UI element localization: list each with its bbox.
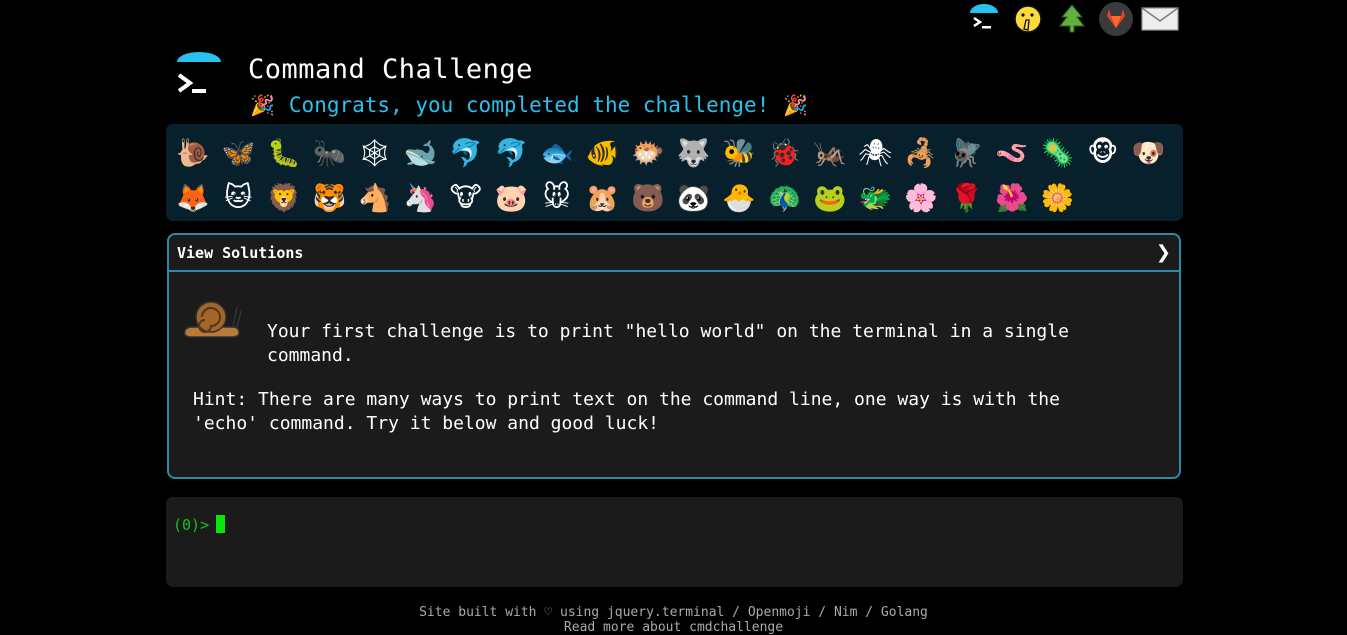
challenge-emoji-31[interactable]: 🐹: [580, 175, 626, 220]
challenge-emoji-6[interactable]: 🐬: [443, 130, 489, 175]
challenge-emoji-27[interactable]: 🦄: [398, 175, 444, 220]
challenge-emoji-1[interactable]: 🦋: [216, 130, 262, 175]
challenge-emoji-14[interactable]: 🦗: [807, 130, 853, 175]
snail-icon: [181, 297, 243, 341]
challenge-emoji-3[interactable]: 🐜: [307, 130, 353, 175]
challenge-emoji-20[interactable]: 🐵: [1080, 130, 1126, 175]
top-icon-bar: [962, 0, 1182, 38]
view-solutions-toggle[interactable]: View Solutions ❯: [169, 235, 1179, 272]
challenge-emoji-16[interactable]: 🦂: [898, 130, 944, 175]
challenge-emoji-19[interactable]: 🦠: [1035, 130, 1081, 175]
footer-link-jquery-terminal[interactable]: jquery.terminal: [607, 605, 724, 620]
challenge-emoji-8[interactable]: 🐟: [534, 130, 580, 175]
gitlab-icon[interactable]: [1094, 0, 1138, 38]
terminal-logo-icon[interactable]: [962, 0, 1006, 38]
footer-separator: /: [724, 605, 748, 620]
footer-read-more-link[interactable]: Read more about cmdchallenge: [564, 620, 783, 635]
challenge-emoji-7[interactable]: 🐬: [489, 130, 535, 175]
challenge-emoji-2[interactable]: 🐛: [261, 130, 307, 175]
challenge-emoji-34[interactable]: 🐣: [716, 175, 762, 220]
challenge-emoji-23[interactable]: 🐱: [216, 175, 262, 220]
challenge-emoji-10[interactable]: 🐡: [625, 130, 671, 175]
challenge-emoji-36[interactable]: 🐸: [807, 175, 853, 220]
terminal[interactable]: (0)>: [166, 497, 1183, 587]
challenge-emoji-18[interactable]: 🪱: [989, 130, 1035, 175]
challenge-emoji-12[interactable]: 🐝: [716, 130, 762, 175]
challenge-emoji-21[interactable]: 🐶: [1126, 130, 1172, 175]
terminal-cursor[interactable]: [216, 515, 225, 533]
challenge-emoji-17[interactable]: 🪰: [944, 130, 990, 175]
challenge-emoji-11[interactable]: 🐺: [671, 130, 717, 175]
shushing-face-icon[interactable]: [1006, 0, 1050, 38]
challenge-emoji-15[interactable]: 🕷: [853, 130, 899, 175]
challenge-emoji-38[interactable]: 🌸: [898, 175, 944, 220]
challenge-emoji-22[interactable]: 🦊: [170, 175, 216, 220]
challenge-emoji-41[interactable]: 🌼: [1035, 175, 1081, 220]
footer-line-1: Site built with ♡ using jquery.terminal …: [0, 605, 1347, 620]
challenge-emoji-4[interactable]: 🕸: [352, 130, 398, 175]
challenge-emoji-35[interactable]: 🦚: [762, 175, 808, 220]
envelope-icon[interactable]: [1138, 0, 1182, 38]
site-logo[interactable]: [175, 52, 223, 102]
challenge-emoji-26[interactable]: 🐴: [352, 175, 398, 220]
challenge-progress-strip: 🐌 🦋 🐛 🐜 🕸 🐋 🐬 🐬 🐟 🐠 🐡 🐺 🐝 🐞 🦗 🕷 🦂 🪰 🪱 🦠 🐵 🐶 🦊 🐱 🦁 🐯 🐴 🦄 🐮 🐷 🐭 🐹 🐻 🐼 🐣 🦚 🐸 🐲 🌸 🌹…: [166, 124, 1183, 221]
chevron-right-icon: ❯: [1155, 242, 1171, 263]
challenge-emoji-29[interactable]: 🐷: [489, 175, 535, 220]
challenge-emoji-25[interactable]: 🐯: [307, 175, 353, 220]
challenge-emoji-40[interactable]: 🌺: [989, 175, 1035, 220]
footer-separator: /: [810, 605, 834, 620]
challenge-emoji-30[interactable]: 🐭: [534, 175, 580, 220]
footer-link-openmoji[interactable]: Openmoji: [748, 605, 811, 620]
challenge-panel: View Solutions ❯ Your first challenge is…: [167, 233, 1181, 479]
page-title: Command Challenge: [248, 54, 533, 85]
challenge-emoji-24[interactable]: 🦁: [261, 175, 307, 220]
view-solutions-label: View Solutions: [177, 243, 304, 262]
challenge-emoji-33[interactable]: 🐼: [671, 175, 717, 220]
footer: Site built with ♡ using jquery.terminal …: [0, 605, 1347, 635]
footer-separator: /: [857, 605, 881, 620]
challenge-emoji-5[interactable]: 🐋: [398, 130, 444, 175]
challenge-description: Your first challenge is to print "hello …: [267, 321, 1069, 366]
footer-link-golang[interactable]: Golang: [881, 605, 928, 620]
party-popper-icon: 🎉: [783, 93, 809, 117]
terminal-prompt: (0)>: [173, 516, 210, 534]
party-popper-icon: 🎉: [250, 93, 275, 117]
challenge-emoji-9[interactable]: 🐠: [580, 130, 626, 175]
challenge-hint: Hint: There are many ways to print text …: [193, 389, 1060, 434]
challenge-emoji-13[interactable]: 🐞: [762, 130, 808, 175]
challenge-emoji-0[interactable]: 🐌: [170, 130, 216, 175]
congrats-banner: 🎉 Congrats, you completed the challenge!…: [250, 93, 808, 117]
challenge-emoji-28[interactable]: 🐮: [443, 175, 489, 220]
footer-built-with: Site built with ♡ using: [419, 605, 607, 620]
footer-link-nim[interactable]: Nim: [834, 605, 857, 620]
evergreen-tree-icon[interactable]: [1050, 0, 1094, 38]
challenge-emoji-37[interactable]: 🐲: [853, 175, 899, 220]
challenge-emoji-32[interactable]: 🐻: [625, 175, 671, 220]
challenge-emoji-39[interactable]: 🌹: [944, 175, 990, 220]
congrats-text: Congrats, you completed the challenge!: [288, 93, 770, 117]
